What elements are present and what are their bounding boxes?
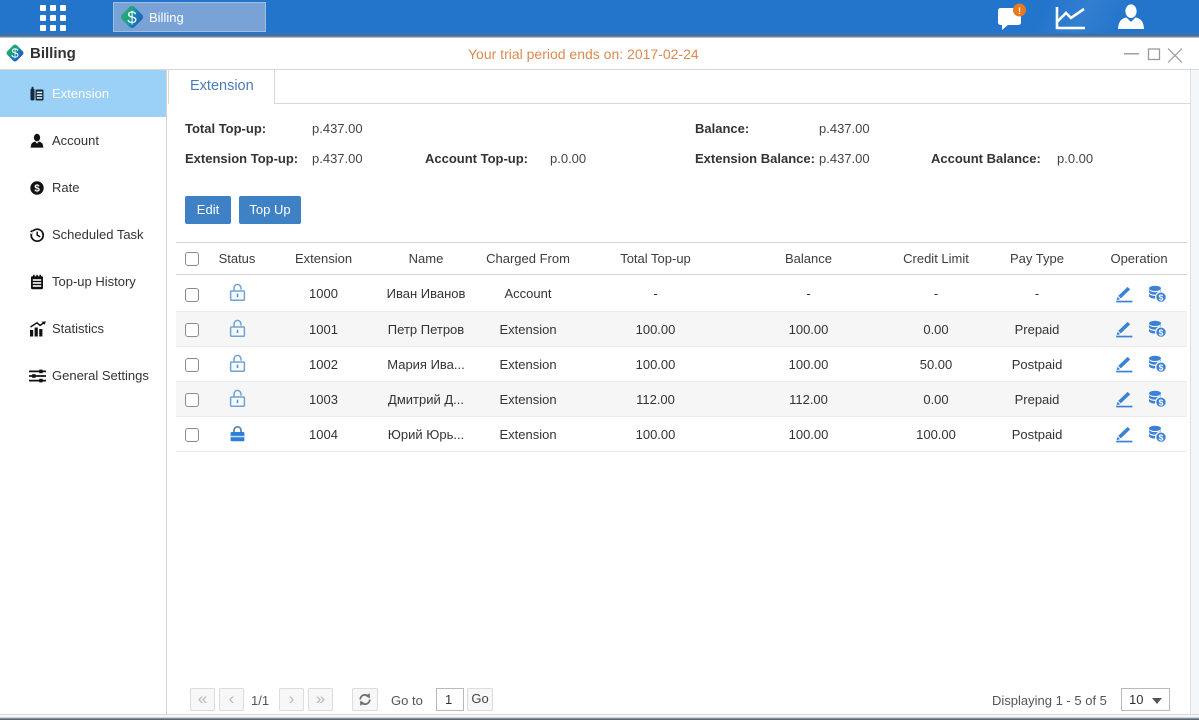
svg-text:$: $: [127, 8, 137, 27]
svg-text:$: $: [1158, 328, 1163, 338]
svg-text:$: $: [34, 183, 40, 194]
svg-text:$: $: [1158, 292, 1163, 302]
svg-text:!: !: [1018, 6, 1021, 16]
svg-text:$: $: [1158, 433, 1163, 443]
svg-text:$: $: [1158, 363, 1163, 373]
svg-text:$: $: [1158, 398, 1163, 408]
svg-text:$: $: [11, 46, 19, 61]
